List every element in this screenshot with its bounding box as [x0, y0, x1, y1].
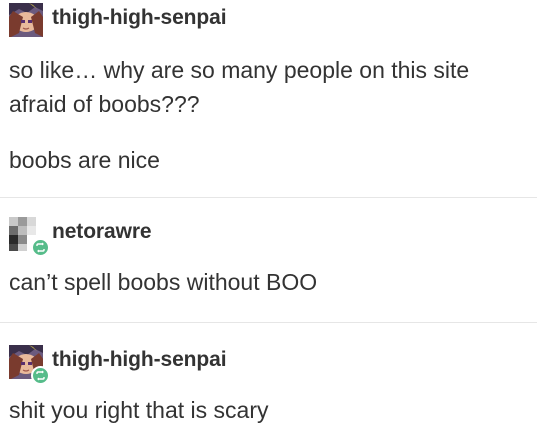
- post-text: can’t spell boobs without BOO: [9, 269, 318, 295]
- username[interactable]: netorawre: [52, 220, 152, 244]
- reblog-trail-entry: netorawre can’t spell boobs without BOO: [0, 198, 537, 322]
- reblog-icon: [31, 238, 50, 257]
- username[interactable]: thigh-high-senpai: [52, 6, 227, 30]
- post-text: shit you right that is scary: [9, 397, 269, 423]
- post-text: so like… why are so many people on this …: [9, 57, 470, 83]
- reblog-trail-entry: thigh-high-senpai so like… why are so ma…: [0, 0, 537, 197]
- reblog-trail-entry: thigh-high-senpai shit you right that is…: [0, 323, 537, 437]
- post-text: afraid of boobs???: [9, 91, 200, 117]
- pixelated-avatar-icon[interactable]: [9, 217, 50, 257]
- anime-character-avatar-icon[interactable]: [9, 345, 50, 385]
- anime-character-avatar-icon[interactable]: [9, 3, 43, 37]
- username[interactable]: thigh-high-senpai: [52, 348, 227, 372]
- post-text: boobs are nice: [9, 147, 160, 173]
- reblog-icon: [31, 366, 50, 385]
